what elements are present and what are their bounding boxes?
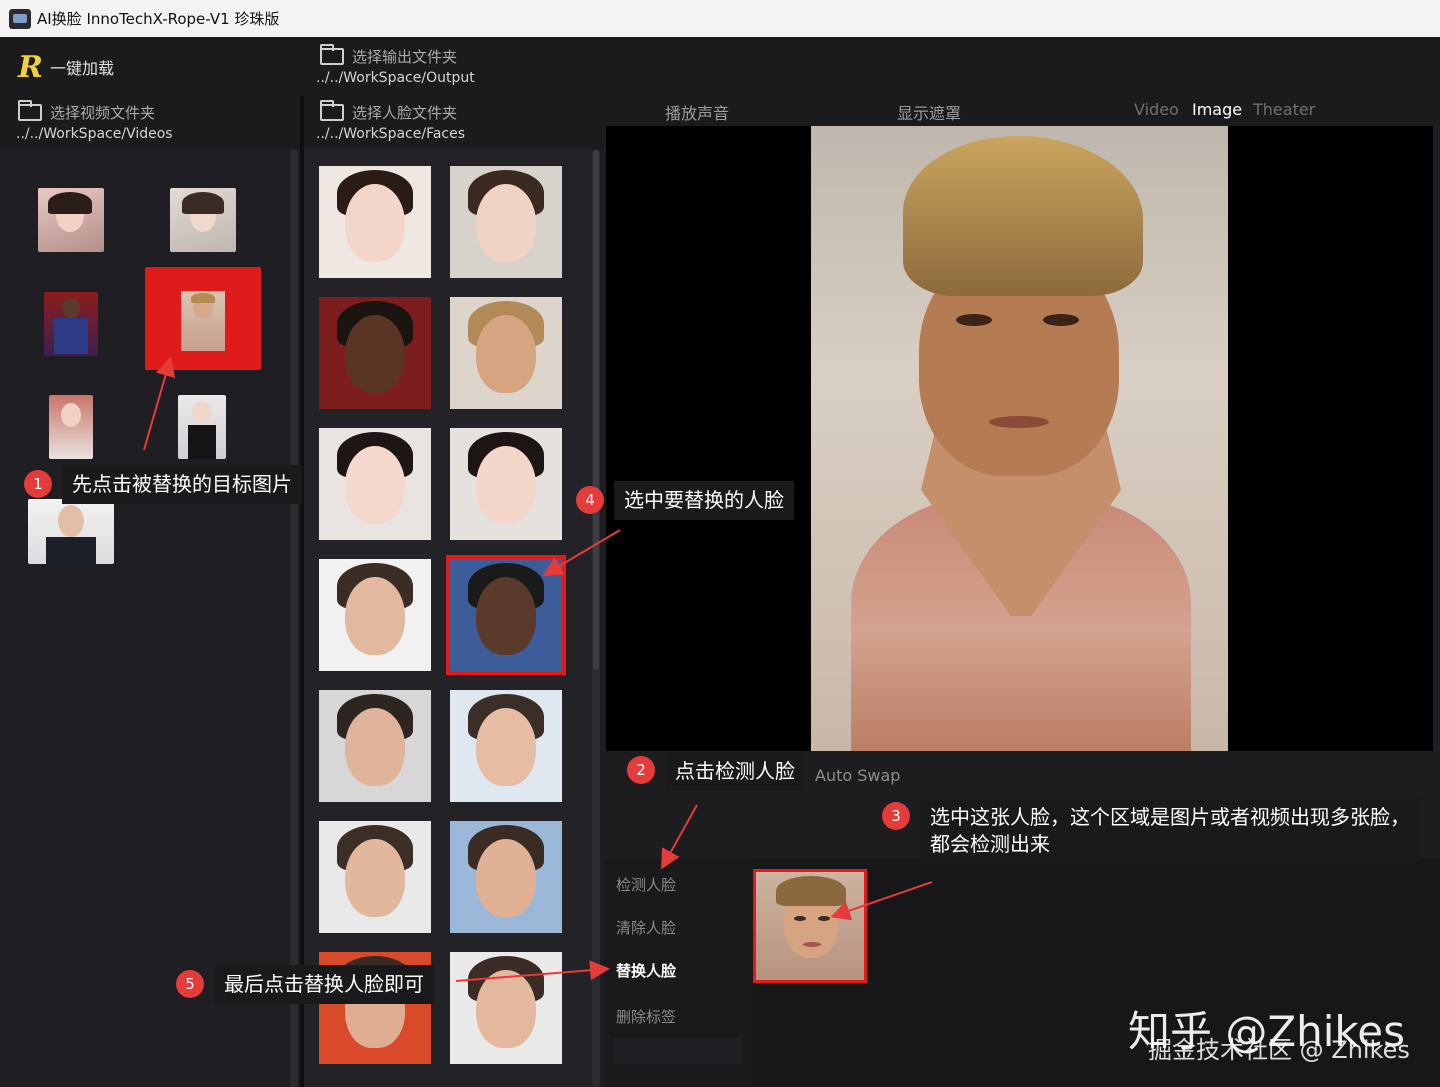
arrow-5 [455, 960, 610, 982]
arrow-2 [661, 804, 698, 870]
arrow-4 [542, 529, 621, 577]
arrow-1 [143, 356, 176, 451]
annotation-arrows [143, 356, 933, 982]
watermark-juejin: 掘金技术社区 @ Zhikes [1148, 1036, 1410, 1064]
arrow-3 [830, 881, 933, 921]
